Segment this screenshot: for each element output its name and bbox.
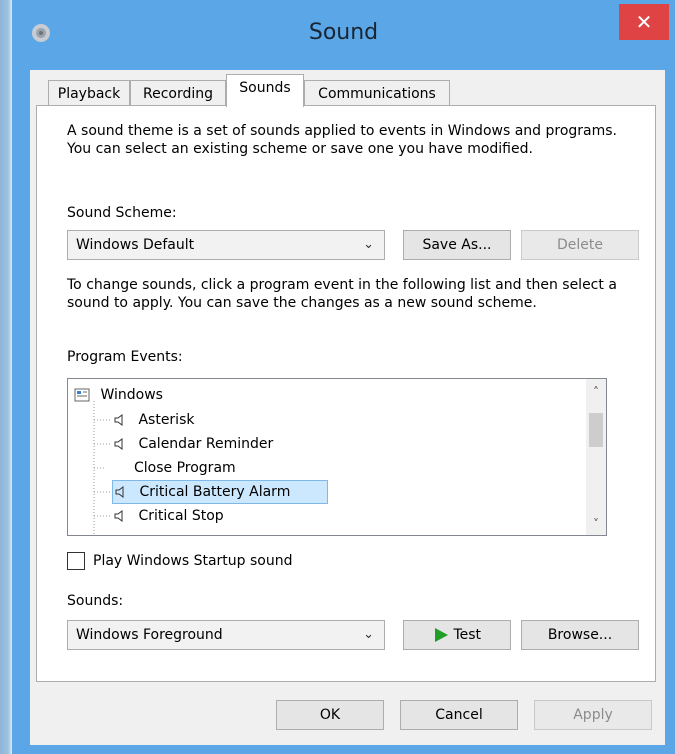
- sounds-label: Sounds:: [67, 593, 124, 609]
- scroll-down-icon[interactable]: ˅: [586, 517, 606, 531]
- events-scrollbar[interactable]: ˄ ˅: [586, 379, 606, 535]
- speaker-icon: [114, 510, 123, 522]
- tree-root-label: Windows: [100, 387, 163, 403]
- test-button[interactable]: Test: [403, 620, 511, 650]
- save-as-button[interactable]: Save As...: [403, 230, 511, 260]
- event-label: Critical Battery Alarm: [139, 484, 291, 500]
- sound-file-select[interactable]: Windows Foreground ⌄: [67, 620, 385, 650]
- chevron-down-icon: ⌄: [363, 237, 374, 252]
- test-label: Test: [453, 627, 482, 643]
- tab-playback[interactable]: Playback: [48, 80, 130, 106]
- event-critical-stop[interactable]: Critical Stop: [114, 504, 224, 528]
- event-calendar-reminder[interactable]: Calendar Reminder: [114, 432, 273, 456]
- close-icon: ✕: [635, 10, 653, 34]
- browse-button[interactable]: Browse...: [521, 620, 639, 650]
- event-label: Close Program: [134, 460, 236, 476]
- windows-folder-icon: [74, 388, 90, 402]
- play-icon: [434, 628, 448, 642]
- program-events-label: Program Events:: [67, 349, 183, 365]
- window-title: Sound: [308, 20, 379, 45]
- tab-recording[interactable]: Recording: [130, 80, 226, 106]
- tab-communications[interactable]: Communications: [304, 80, 450, 106]
- title-bar[interactable]: Sound ✕: [12, 0, 675, 70]
- scroll-up-icon[interactable]: ˄: [586, 385, 606, 399]
- scroll-thumb[interactable]: [589, 413, 603, 447]
- close-button[interactable]: ✕: [619, 4, 669, 40]
- apply-button[interactable]: Apply: [534, 700, 652, 730]
- event-critical-battery-alarm[interactable]: Critical Battery Alarm: [112, 480, 328, 504]
- event-label: Critical Stop: [138, 508, 224, 524]
- cancel-button[interactable]: Cancel: [400, 700, 518, 730]
- sounds-tab-panel: A sound theme is a set of sounds applied…: [36, 105, 656, 682]
- sound-scheme-select[interactable]: Windows Default ⌄: [67, 230, 385, 260]
- startup-sound-label: Play Windows Startup sound: [93, 553, 293, 569]
- sound-dialog: Sound ✕ Playback Recording Sounds Commun…: [12, 0, 675, 754]
- sound-scheme-value: Windows Default: [76, 237, 195, 253]
- tree-root-windows[interactable]: Windows: [74, 383, 163, 407]
- event-label: Calendar Reminder: [138, 436, 274, 452]
- program-events-list[interactable]: Windows Asterisk Calendar Reminder Close…: [67, 378, 607, 536]
- speaker-icon: [115, 486, 124, 498]
- sound-file-value: Windows Foreground: [76, 627, 223, 643]
- startup-sound-checkbox[interactable]: [67, 552, 85, 570]
- event-label: Asterisk: [138, 412, 195, 428]
- speaker-icon: [114, 414, 123, 426]
- sound-scheme-label: Sound Scheme:: [67, 205, 177, 221]
- event-asterisk[interactable]: Asterisk: [114, 408, 194, 432]
- delete-button[interactable]: Delete: [521, 230, 639, 260]
- intro-text: A sound theme is a set of sounds applied…: [67, 123, 617, 157]
- dialog-client: Playback Recording Sounds Communications…: [30, 70, 665, 745]
- event-close-program[interactable]: Close Program: [134, 456, 236, 480]
- chevron-down-icon: ⌄: [363, 627, 374, 642]
- ok-button[interactable]: OK: [276, 700, 384, 730]
- tab-sounds[interactable]: Sounds: [226, 74, 304, 107]
- speaker-icon: [114, 438, 123, 450]
- change-sounds-text: To change sounds, click a program event …: [67, 277, 617, 311]
